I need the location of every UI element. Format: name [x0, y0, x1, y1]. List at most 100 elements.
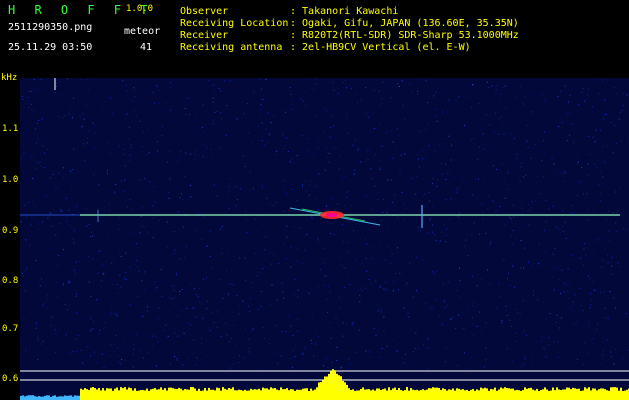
noise-speck — [90, 295, 92, 297]
level-bar — [406, 387, 408, 400]
noise-speck — [139, 120, 141, 122]
level-bar — [64, 395, 66, 400]
noise-speck — [511, 255, 512, 257]
noise-speck — [336, 346, 338, 348]
noise-speck — [211, 311, 213, 313]
noise-speck — [102, 107, 104, 109]
noise-speck — [385, 281, 387, 283]
noise-speck — [27, 202, 29, 203]
noise-speck — [145, 248, 147, 250]
noise-speck — [454, 102, 456, 104]
noise-speck — [125, 84, 127, 86]
noise-speck — [616, 92, 618, 94]
level-bar — [440, 390, 442, 400]
noise-speck — [294, 278, 296, 280]
noise-speck — [538, 243, 540, 245]
noise-speck — [216, 311, 218, 313]
level-bar — [538, 391, 540, 400]
level-bar — [140, 390, 142, 400]
noise-speck — [68, 280, 70, 282]
noise-speck — [409, 263, 410, 265]
noise-speck — [500, 116, 502, 118]
noise-speck — [292, 335, 294, 336]
noise-speck — [174, 290, 176, 292]
level-bar — [484, 387, 486, 400]
noise-speck — [354, 169, 356, 171]
noise-speck — [221, 225, 223, 227]
noise-speck — [585, 161, 587, 162]
noise-speck — [599, 170, 601, 172]
noise-speck — [560, 293, 561, 295]
noise-speck — [124, 338, 126, 340]
level-bar — [78, 395, 80, 400]
level-bar — [22, 395, 24, 400]
noise-speck — [375, 263, 377, 264]
noise-speck — [370, 130, 372, 132]
level-bar — [196, 390, 198, 400]
noise-speck — [97, 298, 99, 300]
noise-speck — [118, 145, 120, 147]
noise-speck — [404, 140, 406, 142]
noise-speck — [325, 275, 327, 277]
level-bar — [148, 390, 150, 400]
noise-speck — [184, 108, 186, 109]
noise-speck — [26, 140, 28, 142]
noise-speck — [111, 306, 113, 308]
noise-speck — [339, 154, 341, 156]
noise-speck — [419, 230, 421, 232]
noise-speck — [35, 322, 37, 324]
noise-speck — [65, 335, 67, 337]
noise-speck — [323, 273, 325, 275]
noise-speck — [531, 362, 533, 364]
level-bar — [374, 390, 376, 400]
noise-speck — [495, 168, 497, 170]
noise-speck — [328, 152, 330, 154]
noise-speck — [165, 324, 167, 326]
noise-speck — [531, 201, 533, 203]
noise-speck — [68, 209, 70, 211]
noise-speck — [261, 122, 263, 124]
noise-speck — [98, 333, 100, 335]
noise-speck — [275, 324, 277, 326]
noise-speck — [93, 322, 95, 324]
noise-speck — [433, 197, 435, 199]
noise-speck — [352, 322, 354, 324]
level-bar — [570, 389, 572, 400]
noise-speck — [78, 335, 79, 336]
noise-speck — [343, 82, 344, 84]
noise-speck — [440, 163, 442, 165]
noise-speck — [328, 161, 330, 163]
noise-speck — [74, 230, 75, 232]
noise-speck — [185, 114, 187, 116]
noise-speck — [129, 334, 131, 336]
noise-speck — [478, 103, 480, 105]
noise-speck — [555, 321, 557, 323]
noise-speck — [129, 304, 131, 306]
noise-speck — [598, 93, 600, 95]
noise-speck — [31, 90, 33, 92]
noise-speck — [242, 300, 244, 302]
noise-speck — [360, 161, 361, 163]
level-bar — [256, 389, 258, 400]
noise-speck — [198, 287, 200, 289]
noise-speck — [554, 248, 556, 250]
noise-speck — [471, 357, 473, 359]
level-bar — [222, 387, 224, 400]
noise-speck — [504, 309, 506, 311]
noise-speck — [318, 173, 320, 175]
noise-speck — [181, 289, 183, 290]
level-bar — [236, 390, 238, 400]
noise-speck — [285, 111, 286, 113]
noise-speck — [380, 219, 382, 221]
noise-speck — [166, 221, 168, 223]
noise-speck — [251, 329, 253, 331]
noise-speck — [505, 305, 507, 307]
noise-speck — [558, 327, 560, 329]
noise-speck — [510, 326, 512, 328]
noise-speck — [323, 365, 325, 367]
noise-speck — [144, 178, 146, 180]
noise-speck — [179, 258, 180, 260]
noise-speck — [191, 227, 193, 229]
noise-speck — [147, 231, 149, 233]
noise-speck — [238, 313, 240, 315]
